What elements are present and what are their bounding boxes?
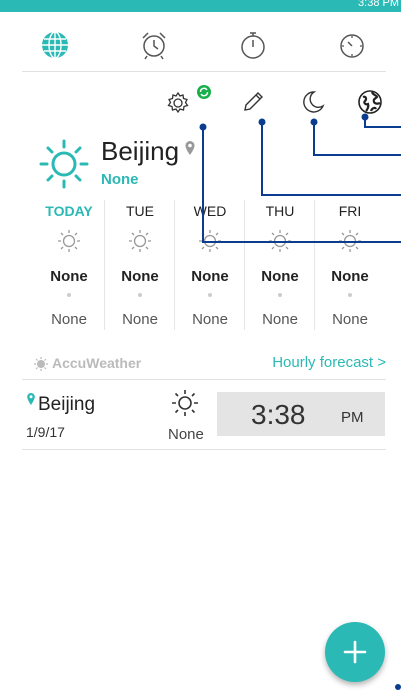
annotation-line-edit [261,122,401,196]
forecast-dot [138,293,142,297]
provider-label: AccuWeather [52,355,142,371]
tab-bar [0,12,401,72]
sun-icon [39,139,89,189]
forecast-low: None [262,311,298,328]
annotation-dot [258,118,266,126]
gear-icon [167,91,189,114]
clock-temperature: None [168,426,204,443]
forecast-high: None [50,268,88,285]
sync-badge-icon [196,84,212,100]
forecast-dot [348,293,352,297]
settings-button[interactable] [166,89,192,115]
sun-icon [58,230,80,252]
forecast-low: None [192,311,228,328]
forecast-strip: TODAY None None TUE None None WED None N… [34,200,384,330]
forecast-day: TODAY None None [34,200,104,330]
clock-time: 3:38 [251,399,306,430]
tab-divider [22,71,386,72]
annotation-line-globe [364,117,401,128]
forecast-high: None [191,268,229,285]
forecast-day: FRI None None [314,200,384,330]
forecast-day: TUE None None [104,200,174,330]
location-pin-icon [27,393,35,405]
city-name[interactable]: Beijing [101,136,179,167]
plus-icon [343,640,367,664]
tab-alarm[interactable] [139,30,169,60]
forecast-day-label: TUE [126,203,154,219]
city-clock-row[interactable]: Beijing 1/9/17 None 3:38 PM [0,380,401,450]
stopwatch-icon [241,32,265,59]
annotation-dot [199,123,207,131]
sun-icon [172,390,198,416]
forecast-high: None [261,268,299,285]
forecast-day-label: THU [265,203,295,219]
clock-date: 1/9/17 [26,424,65,440]
forecast-day-label: FRI [338,203,362,219]
add-button[interactable] [325,622,385,682]
sun-icon [199,230,221,252]
alarm-clock-icon [142,32,166,60]
location-pin-icon [185,141,195,155]
tab-stopwatch[interactable] [238,30,268,60]
tab-world-clock[interactable] [40,30,70,60]
forecast-low: None [332,311,368,328]
clock-ampm: PM [341,409,364,426]
forecast-dot [208,293,212,297]
forecast-day-label: TODAY [45,203,93,219]
forecast-day: THU None None [244,200,314,330]
forecast-high: None [121,268,159,285]
annotation-dot [310,118,318,126]
tab-timer[interactable] [337,30,367,60]
forecast-low: None [122,311,158,328]
forecast-day: WED None None [174,200,244,330]
sun-icon [129,230,151,252]
pencil-icon [244,92,263,111]
accuweather-logo-icon [34,357,48,371]
annotation-line-night [313,122,401,156]
forecast-low: None [51,311,87,328]
forecast-dot [67,293,71,297]
sun-icon [339,230,361,252]
moon-icon [303,91,325,113]
annotation-overlay [199,113,401,690]
add-city-button[interactable] [357,89,383,115]
sun-icon [269,230,291,252]
hourly-forecast-link[interactable]: Hourly forecast > [272,354,386,371]
timer-icon [340,34,364,58]
forecast-high: None [331,268,369,285]
clock-time-box: 3:38 PM [217,392,385,436]
forecast-day-label: WED [193,203,227,219]
clock-city-name: Beijing [38,394,96,415]
globe-icon [358,90,382,114]
night-mode-button[interactable] [300,89,326,115]
globe-icon [42,31,68,59]
forecast-dot [278,293,282,297]
annotation-dot [395,684,401,690]
status-time: 3:38 PM [358,0,399,9]
edit-button[interactable] [240,89,266,115]
row-divider [22,449,386,450]
status-bar: 3:38 PM [0,0,401,12]
weather-condition: None [101,171,139,188]
